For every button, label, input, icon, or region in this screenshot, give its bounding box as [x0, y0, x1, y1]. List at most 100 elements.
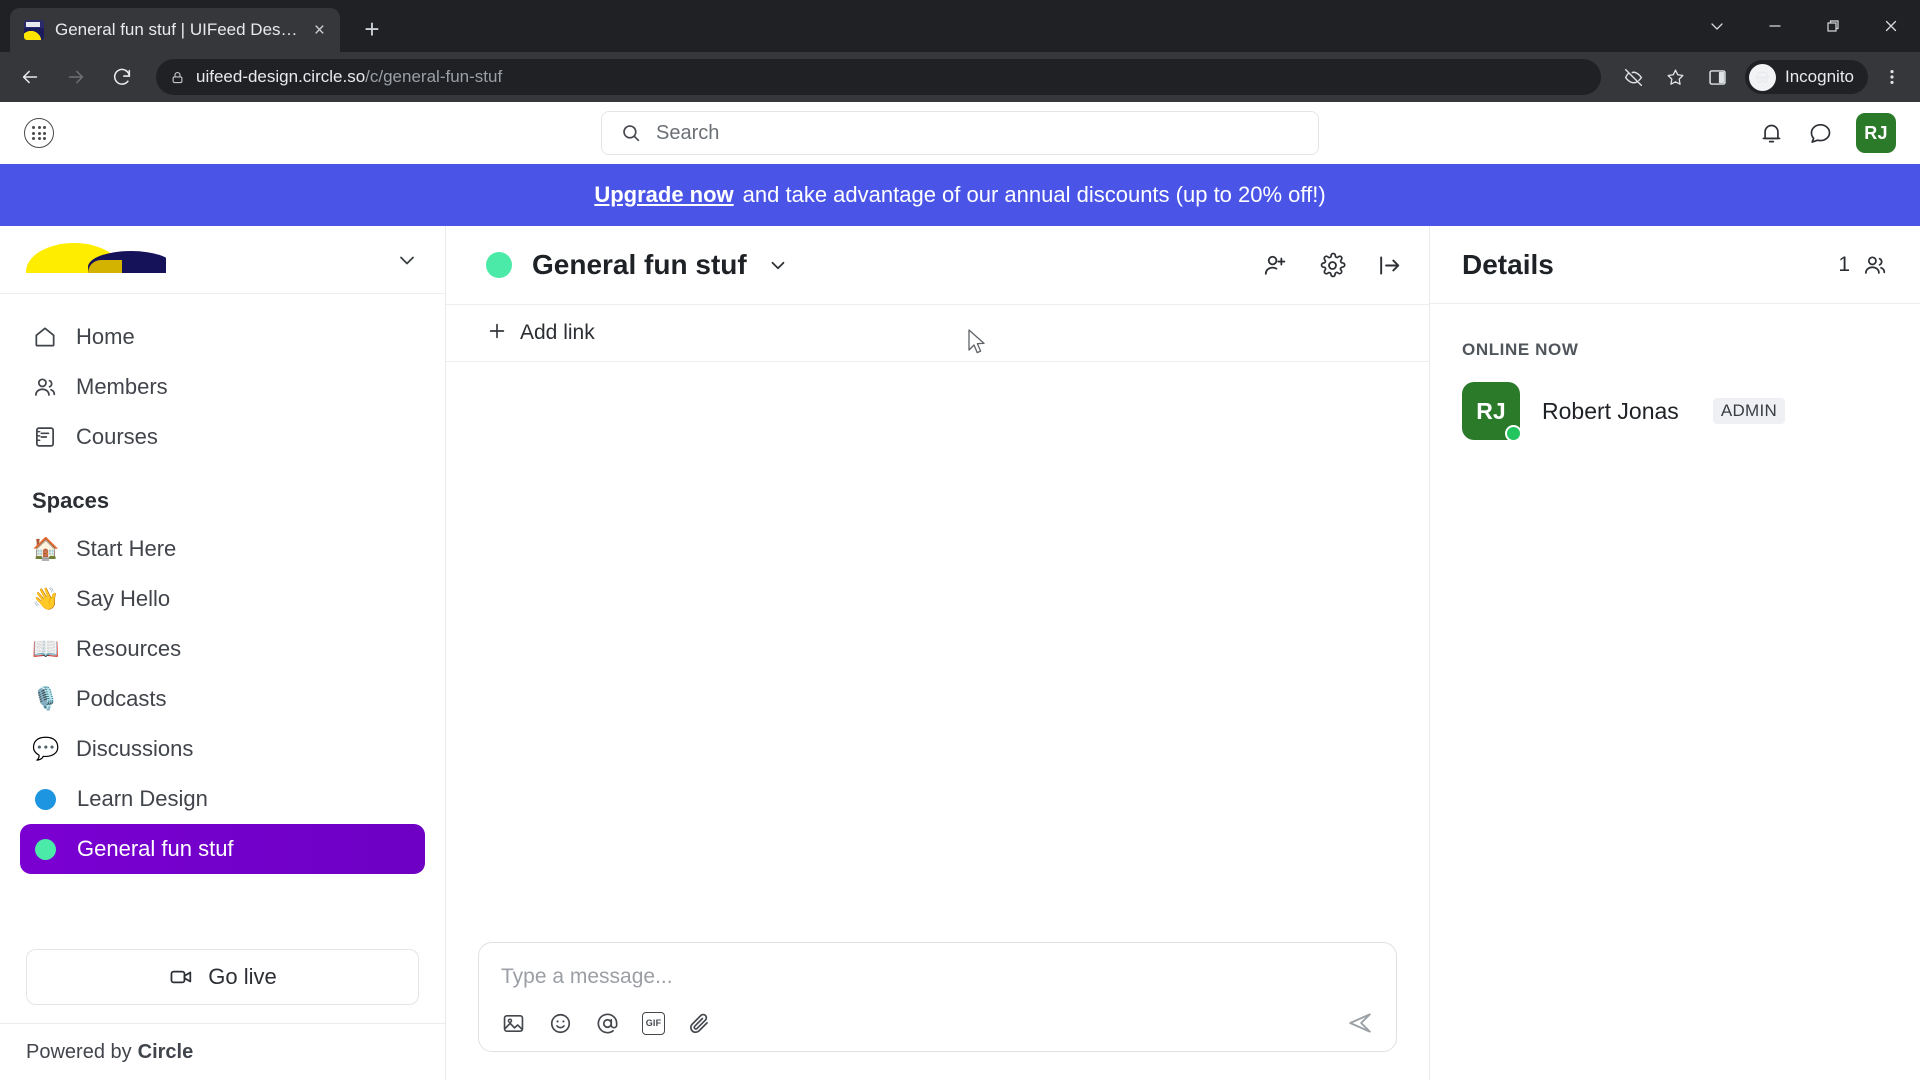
status-badge — [1505, 425, 1522, 442]
star-icon[interactable] — [1657, 59, 1693, 95]
back-arrow-icon[interactable] — [10, 57, 50, 97]
tab-title: General fun stuf | UIFeed Design — [55, 20, 300, 39]
message-list — [446, 329, 1429, 926]
member-count-value: 1 — [1838, 252, 1850, 276]
new-tab-button[interactable]: + — [352, 9, 392, 49]
video-camera-icon — [168, 964, 194, 990]
community-logo — [26, 242, 166, 277]
online-now-label: ONLINE NOW — [1462, 340, 1579, 359]
powered-by-brand: Circle — [137, 1040, 194, 1063]
sidebar-item-say-hello[interactable]: 👋 Say Hello — [20, 574, 425, 624]
search-container — [601, 111, 1319, 155]
members-icon — [32, 374, 58, 400]
speech-balloon-emoji-icon: 💬 — [32, 736, 60, 761]
community-switcher[interactable] — [0, 226, 445, 294]
space-label: Learn Design — [77, 786, 208, 811]
paperclip-icon[interactable] — [687, 1011, 712, 1036]
gif-icon[interactable]: GIF — [642, 1011, 665, 1035]
sidebar-item-courses[interactable]: Courses — [20, 412, 425, 462]
user-avatar[interactable]: RJ — [1856, 113, 1896, 153]
sidebar-item-resources[interactable]: 📖 Resources — [20, 624, 425, 674]
sidebar-item-discussions[interactable]: 💬 Discussions — [20, 724, 425, 774]
side-panel-icon[interactable] — [1699, 59, 1735, 95]
space-color-dot-icon — [35, 838, 56, 860]
add-link-button[interactable]: Add link — [446, 304, 1429, 362]
channel-header: General fun stuf — [446, 226, 1429, 304]
space-color-dot-icon — [35, 788, 56, 810]
browser-tab[interactable]: General fun stuf | UIFeed Design × — [10, 8, 340, 52]
channel-main: General fun stuf Add link Type a message… — [446, 226, 1430, 1080]
sidebar-item-learn-design[interactable]: Learn Design — [20, 774, 425, 824]
app-body: Home Members Courses Spaces 🏠 Start Here… — [0, 226, 1920, 1080]
message-composer: GIF — [478, 942, 1397, 1052]
forward-arrow-icon[interactable] — [56, 57, 96, 97]
at-icon[interactable] — [595, 1011, 620, 1036]
reload-icon[interactable] — [102, 57, 142, 97]
incognito-profile-button[interactable]: Incognito — [1745, 60, 1868, 94]
page-viewport: RJ Upgrade now and take advantage of our… — [0, 102, 1920, 1080]
maximize-restore-icon[interactable] — [1804, 0, 1862, 52]
sidebar-item-podcasts[interactable]: 🎙️ Podcasts — [20, 674, 425, 724]
address-bar[interactable]: uifeed-design.circle.so/c/general-fun-st… — [156, 59, 1601, 95]
favicon-icon — [24, 20, 44, 40]
sidebar-item-general-fun-stuf[interactable]: General fun stuf — [20, 824, 425, 874]
eye-off-icon[interactable] — [1615, 59, 1651, 95]
image-icon[interactable] — [501, 1011, 526, 1036]
powered-by: Powered by Circle — [0, 1024, 445, 1080]
upgrade-now-link[interactable]: Upgrade now — [594, 182, 733, 208]
courses-icon — [32, 424, 58, 450]
address-bar-url: uifeed-design.circle.so/c/general-fun-st… — [196, 67, 503, 86]
collapse-right-icon[interactable] — [1376, 252, 1403, 279]
sidebar-item-members[interactable]: Members — [20, 362, 425, 412]
chevron-down-icon[interactable] — [395, 248, 419, 272]
details-title: Details — [1462, 248, 1554, 280]
members-icon — [1862, 252, 1888, 278]
avatar: RJ — [1462, 382, 1522, 442]
message-input[interactable] — [501, 963, 1374, 995]
sidebar-item-label: Home — [76, 324, 135, 349]
incognito-label: Incognito — [1785, 67, 1854, 86]
chevron-down-icon[interactable] — [767, 254, 789, 276]
sidebar-item-start-here[interactable]: 🏠 Start Here — [20, 524, 425, 574]
go-live-container: Go live — [0, 939, 445, 1024]
tab-search-chevron-down-icon[interactable] — [1688, 0, 1746, 52]
home-icon — [32, 324, 58, 350]
space-label: Podcasts — [76, 686, 167, 711]
composer-toolbar: GIF — [501, 1009, 1374, 1037]
search-icon — [620, 122, 642, 144]
close-tab-icon[interactable]: × — [311, 21, 328, 40]
send-icon[interactable] — [1346, 1009, 1374, 1037]
apps-grid-icon[interactable] — [24, 118, 54, 148]
bell-icon[interactable] — [1758, 120, 1785, 147]
admin-badge: ADMIN — [1712, 398, 1786, 424]
browser-window: General fun stuf | UIFeed Design × + uif… — [0, 0, 1920, 1080]
minimize-icon[interactable] — [1746, 0, 1804, 52]
powered-by-prefix: Powered by — [26, 1040, 132, 1063]
details-header: Details 1 — [1430, 226, 1920, 304]
upgrade-banner: Upgrade now and take advantage of our an… — [0, 164, 1920, 226]
sidebar-item-home[interactable]: Home — [20, 312, 425, 362]
three-dot-menu-icon[interactable] — [1874, 59, 1910, 95]
lock-icon — [170, 70, 185, 85]
channel-color-dot-icon — [486, 252, 512, 278]
search-box[interactable] — [601, 111, 1319, 155]
smiley-icon[interactable] — [548, 1011, 573, 1036]
waving-hand-emoji-icon: 👋 — [32, 586, 60, 611]
search-input[interactable] — [656, 121, 1300, 145]
left-sidebar: Home Members Courses Spaces 🏠 Start Here… — [0, 226, 446, 1080]
member-count[interactable]: 1 — [1838, 252, 1888, 278]
close-window-icon[interactable] — [1862, 0, 1920, 52]
window-controls — [1688, 0, 1920, 52]
spaces-heading: Spaces — [32, 488, 110, 513]
list-item[interactable]: RJ Robert Jonas ADMIN — [1430, 360, 1920, 462]
person-plus-icon[interactable] — [1262, 252, 1289, 279]
go-live-button[interactable]: Go live — [26, 949, 419, 1005]
member-name: Robert Jonas — [1542, 397, 1679, 424]
gear-icon[interactable] — [1319, 252, 1346, 279]
chat-bubble-icon[interactable] — [1807, 120, 1834, 147]
go-live-label: Go live — [208, 964, 277, 989]
banner-text: and take advantage of our annual discoun… — [742, 182, 1326, 207]
sidebar-item-label: Members — [76, 374, 168, 399]
app-header: RJ — [0, 102, 1920, 164]
tab-strip: General fun stuf | UIFeed Design × + — [0, 0, 1920, 52]
